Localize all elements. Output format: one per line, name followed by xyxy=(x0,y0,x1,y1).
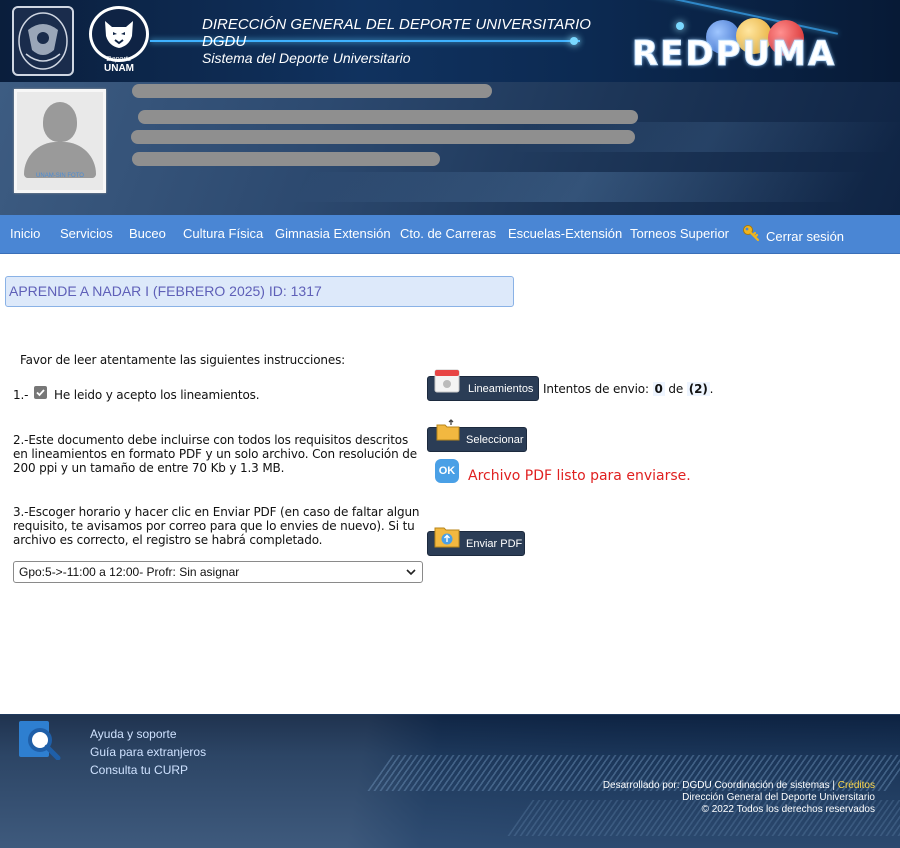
redacted-info xyxy=(131,130,635,144)
photo-caption: UNAM-SIN FOTO xyxy=(36,173,84,179)
footer-org: Dirección General del Deporte Universita… xyxy=(682,792,875,803)
checkmark-icon xyxy=(36,389,45,397)
enviar-pdf-label: Enviar PDF xyxy=(466,537,523,550)
puma-deporte-text: Deporte xyxy=(106,56,132,63)
attempts-max: (2) xyxy=(686,382,710,396)
puma-unam-text: UNAM xyxy=(104,63,134,74)
profile-photo: UNAM-SIN FOTO xyxy=(14,89,106,193)
attempts-end: . xyxy=(709,382,714,396)
seleccionar-button[interactable]: Seleccionar xyxy=(427,419,527,452)
accept-checkbox[interactable] xyxy=(34,386,47,399)
redacted-name xyxy=(132,84,492,98)
nav-buceo[interactable]: Buceo xyxy=(129,226,166,241)
ok-status-icon: OK xyxy=(435,459,459,483)
nav-cultura-fisica[interactable]: Cultura Física xyxy=(183,226,263,241)
attempts-of: de xyxy=(668,382,684,396)
puma-icon xyxy=(89,6,149,62)
nav-gimnasia-extension[interactable]: Gimnasia Extensión xyxy=(275,226,391,241)
header-line3: Sistema del Deporte Universitario xyxy=(202,50,411,66)
unam-seal-logo xyxy=(12,6,74,76)
header-line2: DGDU xyxy=(202,33,247,50)
nav-escuelas-extension[interactable]: Escuelas-Extensión xyxy=(508,226,622,241)
nav-torneos-superior[interactable]: Torneos Superior xyxy=(630,226,729,241)
main-nav: Inicio Servicios Buceo Cultura Física Gi… xyxy=(0,215,900,254)
schedule-select[interactable]: Gpo:5->-11:00 a 12:00- Profr: Sin asigna… xyxy=(13,561,423,583)
attempts-counter: Intentos de envio: 0 de (2). xyxy=(543,382,713,396)
decor-streak xyxy=(291,172,869,202)
step1-number: 1.- xyxy=(13,388,29,402)
redpuma-brand: REDPUMA xyxy=(631,34,837,75)
lineamientos-button[interactable]: Lineamientos xyxy=(427,369,539,401)
folder-upload-icon xyxy=(434,527,460,548)
file-ready-status: Archivo PDF listo para enviarse. xyxy=(468,468,691,484)
key-icon[interactable] xyxy=(742,224,760,242)
seleccionar-label: Seleccionar xyxy=(466,433,524,446)
footer-rights: © 2022 Todos los derechos reservados xyxy=(701,804,875,815)
chevron-down-icon xyxy=(406,569,416,576)
header-title: DIRECCIÓN GENERAL DEL DEPORTE UNIVERSITA… xyxy=(202,16,591,67)
dev-credit-text: Desarrollado por: DGDU Coordinación de s… xyxy=(602,780,835,791)
step2-text: 2.-Este documento debe incluirse con tod… xyxy=(13,433,417,475)
nav-servicios[interactable]: Servicios xyxy=(60,226,113,241)
lineamientos-label: Lineamientos xyxy=(468,382,534,395)
footer-link-curp[interactable]: Consulta tu CURP xyxy=(90,763,188,777)
attempts-used: 0 xyxy=(652,382,665,396)
attempts-label: Intentos de envio: xyxy=(543,382,649,396)
footer-credits: Desarrollado por: DGDU Coordinación de s… xyxy=(603,780,875,816)
creditos-link[interactable]: Créditos xyxy=(838,780,875,791)
redacted-info xyxy=(138,110,638,124)
step3-text: 3.-Escoger horario y hacer clic en Envia… xyxy=(13,505,420,547)
step1-text: He leido y acepto los lineamientos. xyxy=(54,388,260,402)
course-title: APRENDE A NADAR I (FEBRERO 2025) ID: 131… xyxy=(5,276,514,307)
redacted-info xyxy=(132,152,440,166)
footer-link-guia[interactable]: Guía para extranjeros xyxy=(90,745,206,759)
folder-upload-icon xyxy=(436,419,460,441)
instructions-intro: Favor de leer atentamente las siguientes… xyxy=(20,353,346,367)
deporte-unam-logo: Deporte UNAM xyxy=(86,6,152,78)
header-line1: DIRECCIÓN GENERAL DEL DEPORTE UNIVERSITA… xyxy=(202,16,591,33)
calendar-icon xyxy=(434,369,460,393)
enviar-pdf-button[interactable]: Enviar PDF xyxy=(427,527,525,556)
profile-band: UNAM-SIN FOTO xyxy=(0,82,900,215)
schedule-selected-value: Gpo:5->-11:00 a 12:00- Profr: Sin asigna… xyxy=(19,565,240,579)
nav-cerrar-sesion[interactable]: Cerrar sesión xyxy=(766,229,844,244)
help-search-icon xyxy=(19,721,61,760)
site-header: Deporte UNAM DIRECCIÓN GENERAL DEL DEPOR… xyxy=(0,0,900,82)
decor-dot xyxy=(676,22,684,30)
nav-cto-carreras[interactable]: Cto. de Carreras xyxy=(400,226,496,241)
nav-inicio[interactable]: Inicio xyxy=(10,226,40,241)
footer-link-ayuda[interactable]: Ayuda y soporte xyxy=(90,727,177,741)
avatar-placeholder-head xyxy=(43,102,77,142)
